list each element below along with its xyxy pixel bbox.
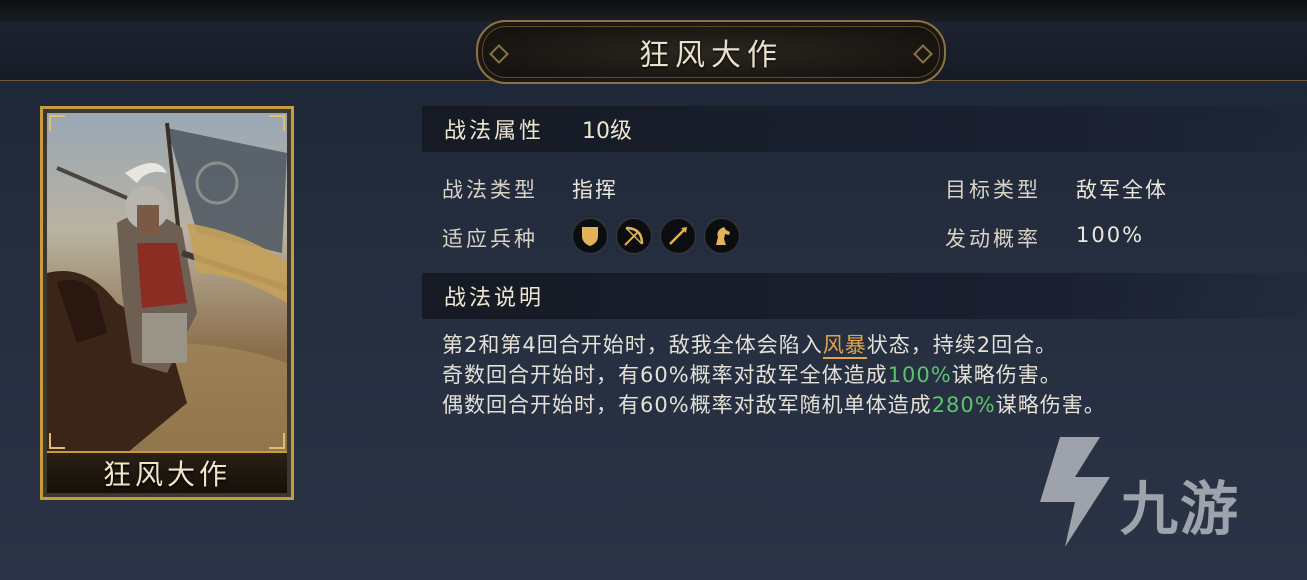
card-corner-top-left	[49, 115, 65, 131]
skill-level: 10级	[582, 119, 633, 144]
description-line-3-text: 偶数回合开始时，有60%概率对敌军随机单体造成	[442, 393, 932, 417]
target-type-label: 目标类型	[945, 178, 1041, 202]
description-line-3: 偶数回合开始时，有60%概率对敌军随机单体造成280%谋略伤害。	[442, 390, 1106, 420]
description-line-1: 第2和第4回合开始时，敌我全体会陷入风暴状态，持续2回合。	[442, 330, 1106, 360]
title-ornament-left	[489, 44, 509, 64]
skill-card[interactable]: 狂风大作	[40, 106, 294, 500]
watermark-text: 九游	[1120, 475, 1241, 543]
trigger-rate-label: 发动概率	[945, 227, 1041, 251]
card-corner-bottom-right	[269, 433, 285, 449]
troop-types-label: 适应兵种	[442, 227, 538, 251]
attributes-header: 战法属性 10级	[422, 106, 1307, 152]
watermark: 九游	[1020, 432, 1280, 552]
page-title: 狂风大作	[639, 38, 783, 73]
card-artwork	[47, 113, 287, 453]
trigger-rate-value: 100%	[1076, 223, 1145, 247]
top-strip	[0, 0, 1307, 22]
description-line-2-tail: 谋略伤害。	[951, 363, 1062, 387]
skill-type-label: 战法类型	[442, 178, 538, 202]
target-type-value: 敌军全体	[1076, 178, 1168, 202]
card-name-bar: 狂风大作	[47, 451, 287, 493]
skill-description: 第2和第4回合开始时，敌我全体会陷入风暴状态，持续2回合。 奇数回合开始时，有6…	[442, 330, 1106, 420]
description-line-1-tail: 状态，持续2回合。	[866, 333, 1058, 357]
shield-icon	[572, 218, 608, 254]
description-line-1-text: 第2和第4回合开始时，敌我全体会陷入	[442, 333, 823, 357]
title-plate: 狂风大作	[476, 20, 946, 84]
damage-rate-odd: 100%	[887, 363, 952, 387]
skill-type-value: 指挥	[572, 178, 618, 202]
damage-rate-even: 280%	[931, 393, 996, 417]
description-line-2: 奇数回合开始时，有60%概率对敌军全体造成100%谋略伤害。	[442, 360, 1106, 390]
watermark-logo-icon	[1040, 437, 1110, 547]
card-name: 狂风大作	[102, 458, 231, 491]
title-ornament-right	[913, 44, 933, 64]
horse-icon	[704, 218, 740, 254]
status-keyword[interactable]: 风暴	[822, 333, 867, 359]
card-corner-top-right	[269, 115, 285, 131]
description-label: 战法说明	[444, 286, 545, 311]
bow-icon	[616, 218, 652, 254]
description-line-3-tail: 谋略伤害。	[995, 393, 1106, 417]
spear-icon	[660, 218, 696, 254]
description-header: 战法说明	[422, 273, 1307, 319]
attributes-label: 战法属性	[444, 119, 545, 144]
card-corner-bottom-left	[49, 433, 65, 449]
description-line-2-text: 奇数回合开始时，有60%概率对敌军全体造成	[442, 363, 888, 387]
